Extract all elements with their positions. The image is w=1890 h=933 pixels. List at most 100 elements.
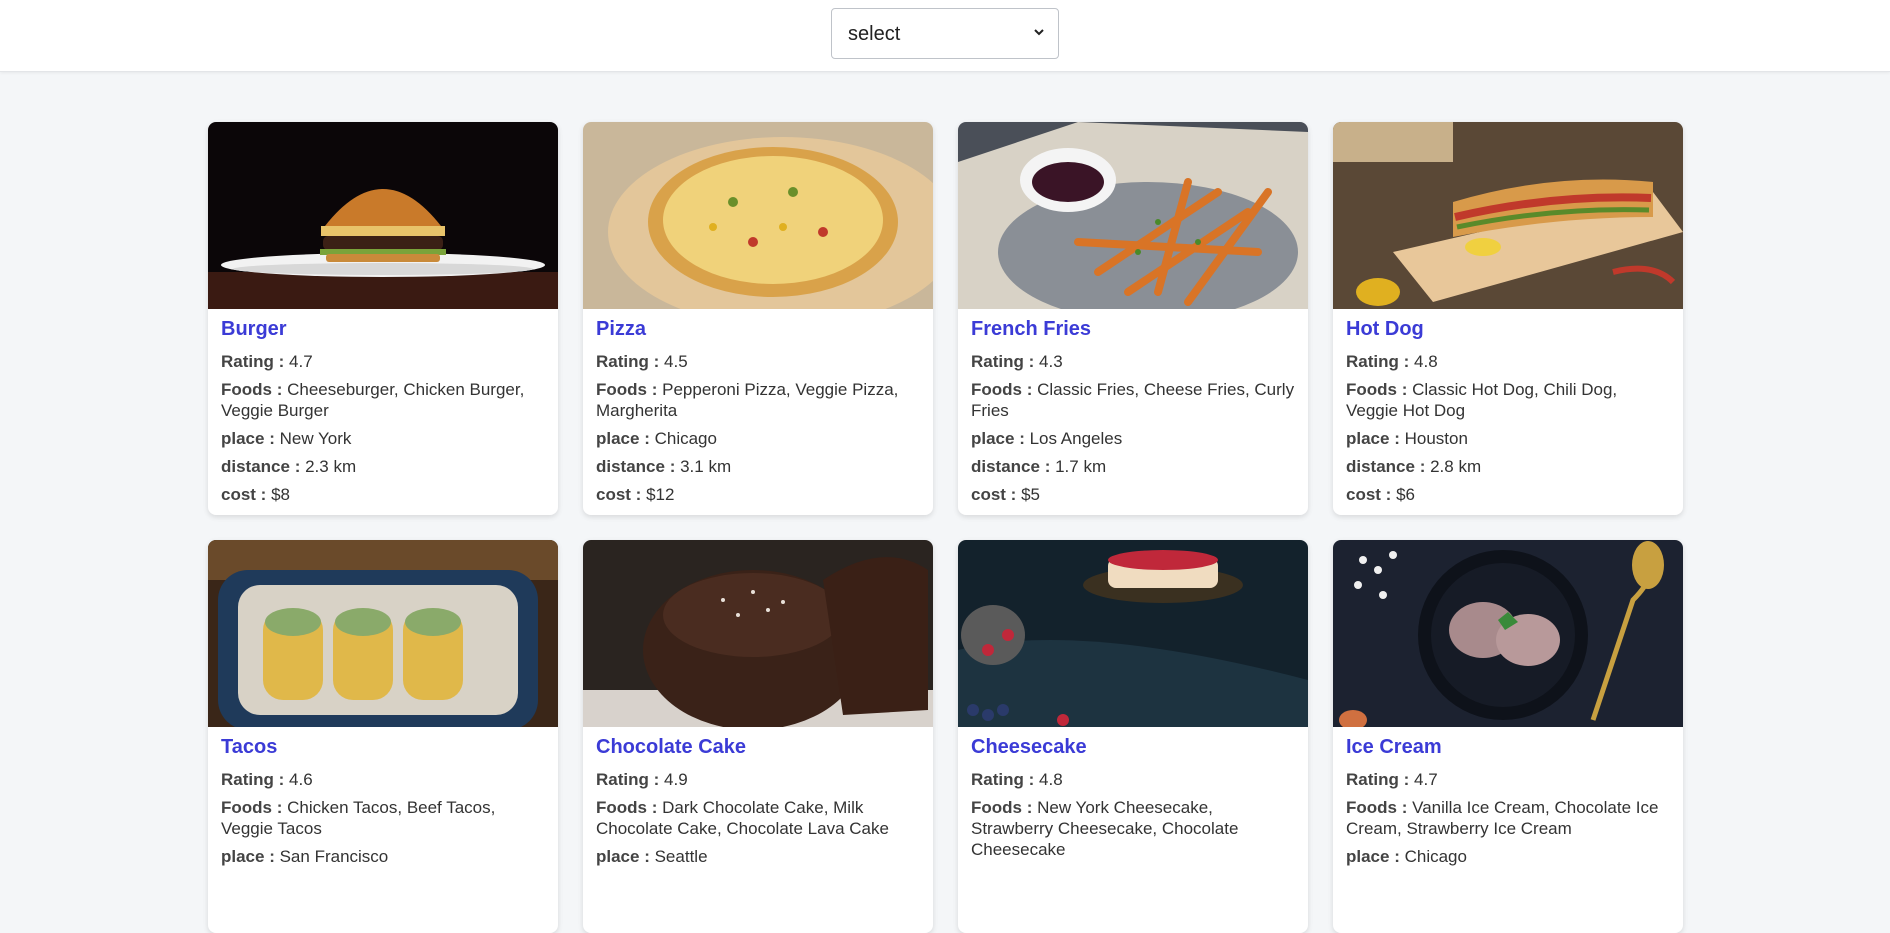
rating-label: Rating :: [1346, 352, 1410, 371]
foods-label: Foods :: [971, 380, 1033, 399]
foods-label: Foods :: [1346, 380, 1408, 399]
card-title[interactable]: Chocolate Cake: [596, 735, 921, 759]
rating-row: Rating : 4.7: [1346, 769, 1671, 790]
rating-row: Rating : 4.6: [221, 769, 546, 790]
cost-value: $12: [646, 485, 675, 504]
food-card-grid: Burger Rating : 4.7 Foods : Cheeseburger…: [208, 122, 1683, 933]
place-value: Chicago: [1404, 847, 1467, 866]
foods-row: Foods : Classic Hot Dog, Chili Dog, Vegg…: [1346, 379, 1671, 421]
rating-row: Rating : 4.8: [971, 769, 1296, 790]
tacos-photo: [208, 540, 558, 727]
rating-row: Rating : 4.7: [221, 351, 546, 372]
foods-label: Foods :: [221, 798, 283, 817]
food-card[interactable]: Hot Dog Rating : 4.8 Foods : Classic Hot…: [1333, 122, 1683, 515]
food-card[interactable]: Cheesecake Rating : 4.8 Foods : New York…: [958, 540, 1308, 933]
food-card[interactable]: Pizza Rating : 4.5 Foods : Pepperoni Piz…: [583, 122, 933, 515]
card-title[interactable]: Burger: [221, 317, 546, 341]
distance-row: distance : 3.1 km: [596, 456, 921, 477]
place-value: Chicago: [654, 429, 717, 448]
place-row: place : Chicago: [1346, 846, 1671, 867]
cost-value: $8: [271, 485, 290, 504]
rating-row: Rating : 4.9: [596, 769, 921, 790]
cheesecake-photo: [958, 540, 1308, 727]
card-title[interactable]: Pizza: [596, 317, 921, 341]
foods-row: Foods : Vanilla Ice Cream, Chocolate Ice…: [1346, 797, 1671, 839]
place-row: place : Houston: [1346, 428, 1671, 449]
distance-value: 2.8 km: [1430, 457, 1482, 476]
place-value: San Francisco: [279, 847, 389, 866]
rating-label: Rating :: [971, 770, 1035, 789]
foods-row: Foods : Dark Chocolate Cake, Milk Chocol…: [596, 797, 921, 839]
food-card[interactable]: Burger Rating : 4.7 Foods : Cheeseburger…: [208, 122, 558, 515]
rating-row: Rating : 4.8: [1346, 351, 1671, 372]
rating-value: 4.9: [664, 770, 688, 789]
place-value: Seattle: [654, 847, 708, 866]
rating-value: 4.8: [1414, 352, 1438, 371]
food-card[interactable]: Chocolate Cake Rating : 4.9 Foods : Dark…: [583, 540, 933, 933]
card-title[interactable]: French Fries: [971, 317, 1296, 341]
foods-label: Foods :: [596, 798, 658, 817]
rating-value: 4.8: [1039, 770, 1063, 789]
food-card[interactable]: French Fries Rating : 4.3 Foods : Classi…: [958, 122, 1308, 515]
place-label: place :: [1346, 429, 1400, 448]
place-row: place : Seattle: [596, 846, 921, 867]
chocolate-cake-photo: [583, 540, 933, 727]
rating-label: Rating :: [1346, 770, 1410, 789]
place-row: place : Chicago: [596, 428, 921, 449]
distance-row: distance : 2.8 km: [1346, 456, 1671, 477]
place-label: place :: [1346, 847, 1400, 866]
foods-label: Foods :: [971, 798, 1033, 817]
rating-value: 4.3: [1039, 352, 1063, 371]
top-bar: select: [0, 0, 1890, 72]
burger-photo: [208, 122, 558, 309]
rating-row: Rating : 4.3: [971, 351, 1296, 372]
cost-label: cost :: [971, 485, 1017, 504]
rating-value: 4.5: [664, 352, 688, 371]
rating-label: Rating :: [971, 352, 1035, 371]
food-card[interactable]: Tacos Rating : 4.6 Foods : Chicken Tacos…: [208, 540, 558, 933]
distance-value: 3.1 km: [680, 457, 732, 476]
card-title[interactable]: Ice Cream: [1346, 735, 1671, 759]
foods-row: Foods : New York Cheesecake, Strawberry …: [971, 797, 1296, 860]
cost-value: $5: [1021, 485, 1040, 504]
place-value: Houston: [1404, 429, 1468, 448]
place-value: Los Angeles: [1029, 429, 1123, 448]
distance-row: distance : 1.7 km: [971, 456, 1296, 477]
place-label: place :: [221, 847, 275, 866]
place-value: New York: [279, 429, 352, 448]
distance-value: 2.3 km: [305, 457, 357, 476]
rating-label: Rating :: [596, 352, 660, 371]
distance-row: distance : 2.3 km: [221, 456, 546, 477]
rating-value: 4.6: [289, 770, 313, 789]
foods-row: Foods : Pepperoni Pizza, Veggie Pizza, M…: [596, 379, 921, 421]
pizza-photo: [583, 122, 933, 309]
card-title[interactable]: Cheesecake: [971, 735, 1296, 759]
place-label: place :: [596, 429, 650, 448]
cost-label: cost :: [221, 485, 267, 504]
hotdog-photo: [1333, 122, 1683, 309]
place-label: place :: [596, 847, 650, 866]
filter-select-wrapper: select: [831, 8, 1059, 59]
cost-row: cost : $8: [221, 484, 546, 505]
cost-row: cost : $12: [596, 484, 921, 505]
distance-label: distance :: [971, 457, 1051, 476]
place-row: place : New York: [221, 428, 546, 449]
distance-value: 1.7 km: [1055, 457, 1107, 476]
rating-value: 4.7: [1414, 770, 1438, 789]
filter-select[interactable]: select: [831, 8, 1059, 59]
cost-row: cost : $5: [971, 484, 1296, 505]
rating-value: 4.7: [289, 352, 313, 371]
rating-label: Rating :: [221, 770, 285, 789]
rating-row: Rating : 4.5: [596, 351, 921, 372]
food-card[interactable]: Ice Cream Rating : 4.7 Foods : Vanilla I…: [1333, 540, 1683, 933]
distance-label: distance :: [596, 457, 676, 476]
cost-row: cost : $6: [1346, 484, 1671, 505]
ice-cream-photo: [1333, 540, 1683, 727]
place-row: place : San Francisco: [221, 846, 546, 867]
cost-label: cost :: [596, 485, 642, 504]
card-title[interactable]: Tacos: [221, 735, 546, 759]
card-title[interactable]: Hot Dog: [1346, 317, 1671, 341]
foods-label: Foods :: [596, 380, 658, 399]
fries-photo: [958, 122, 1308, 309]
place-label: place :: [221, 429, 275, 448]
